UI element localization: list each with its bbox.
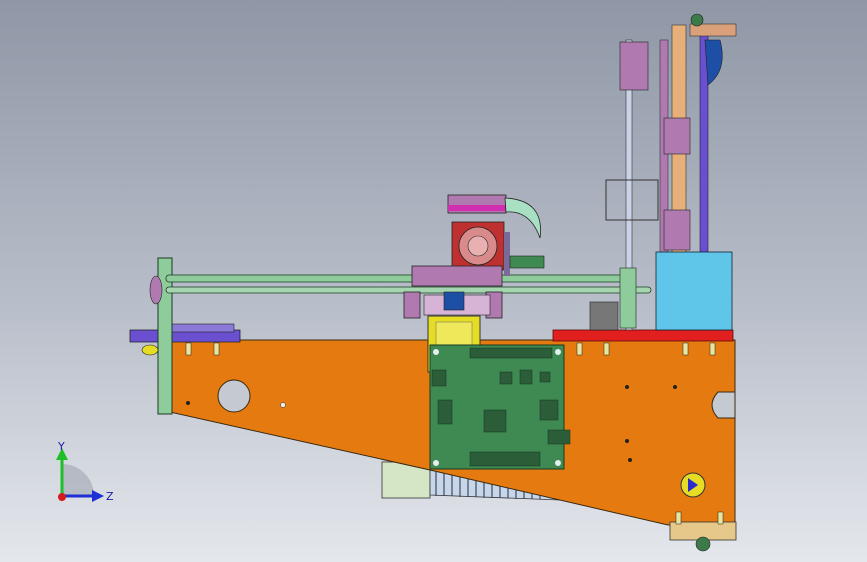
left-purple-bracket[interactable] — [129, 323, 241, 343]
print-carriage[interactable] — [403, 194, 545, 319]
x-axis-dot — [58, 493, 66, 501]
z-axis-tower[interactable] — [589, 13, 737, 331]
red-bar[interactable] — [552, 329, 734, 342]
cad-viewport[interactable] — [0, 0, 867, 562]
orientation-triad: Y Z — [56, 440, 114, 503]
bottom-right-foot[interactable] — [669, 521, 737, 552]
z-axis-label: Z — [106, 490, 114, 503]
x-axis-rails[interactable] — [165, 274, 652, 294]
controller-board[interactable] — [429, 344, 571, 470]
y-axis-label: Y — [57, 440, 65, 453]
